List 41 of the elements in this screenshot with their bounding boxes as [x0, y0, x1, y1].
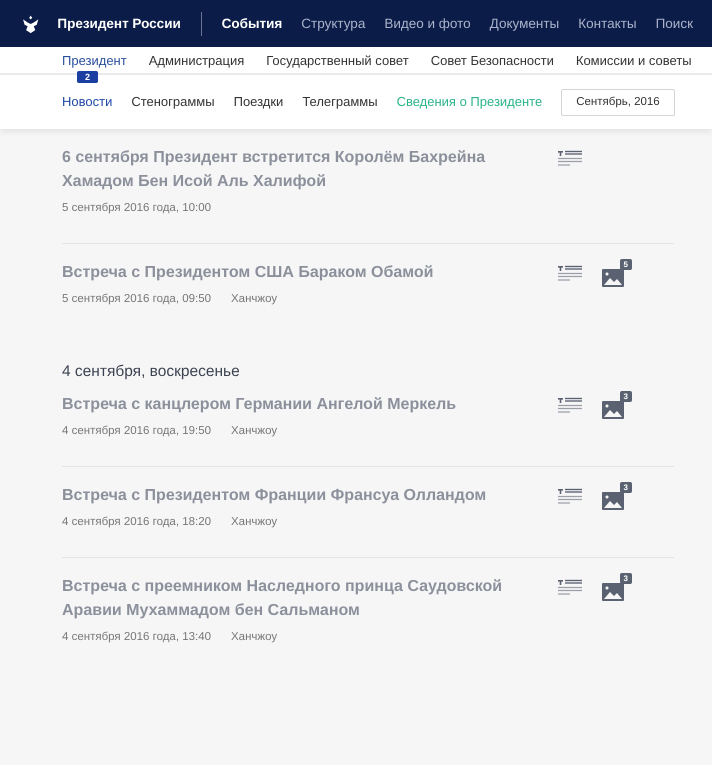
news-date: 5 сентября 2016 года, 09:50 [62, 293, 211, 305]
day-heading: 4 сентября, воскресенье [62, 363, 241, 381]
nav-link[interactable]: Видео и фото [384, 16, 471, 31]
tab[interactable]: Стенограммы [131, 94, 215, 109]
nav-link[interactable]: Поиск [656, 16, 693, 31]
text-icon[interactable] [558, 397, 582, 415]
nav-link[interactable]: События [222, 16, 282, 31]
photo-icon[interactable] [602, 267, 624, 287]
text-icon[interactable] [558, 150, 582, 168]
tab[interactable]: Поездки [234, 94, 284, 109]
nav-link[interactable]: Структура [301, 16, 366, 31]
photo-icon[interactable] [602, 399, 624, 419]
subnav-link[interactable]: Комиссии и советы [576, 52, 692, 68]
text-icon[interactable] [558, 579, 582, 597]
text-icon[interactable] [558, 265, 582, 283]
photo-icon[interactable] [602, 490, 624, 510]
count-badge: 2 [77, 71, 98, 83]
text-icon[interactable] [558, 488, 582, 506]
news-date: 4 сентября 2016 года, 13:40 [62, 631, 211, 643]
news-date: 4 сентября 2016 года, 19:50 [62, 425, 211, 437]
subnav-link[interactable]: Администрация [148, 52, 244, 68]
photo-count-badge: 3 [620, 391, 632, 402]
tab[interactable]: Телеграммы [302, 94, 378, 109]
news-place: Ханчжоу [231, 631, 278, 643]
subnav-link[interactable]: Президент [62, 52, 127, 68]
photo-icon[interactable] [602, 581, 624, 601]
site-title[interactable]: Президент России [57, 16, 181, 31]
news-date: 4 сентября 2016 года, 18:20 [62, 516, 211, 528]
news-place: Ханчжоу [231, 516, 278, 528]
news-date: 5 сентября 2016 года, 10:00 [62, 202, 211, 214]
news-place: Ханчжоу [231, 293, 278, 305]
photo-count-badge: 3 [620, 482, 632, 493]
news-place: Ханчжоу [231, 425, 278, 437]
tab[interactable]: Новости [62, 94, 112, 109]
month-button[interactable]: Сентябрь, 2016 [561, 88, 675, 116]
photo-count-badge: 3 [620, 573, 632, 584]
subnav-link[interactable]: Совет Безопасности [430, 52, 554, 68]
subnav-link[interactable]: Государственный совет [266, 52, 409, 68]
nav-link[interactable]: Контакты [578, 16, 637, 31]
nav-link[interactable]: Документы [490, 16, 560, 31]
photo-count-badge: 5 [620, 259, 632, 270]
